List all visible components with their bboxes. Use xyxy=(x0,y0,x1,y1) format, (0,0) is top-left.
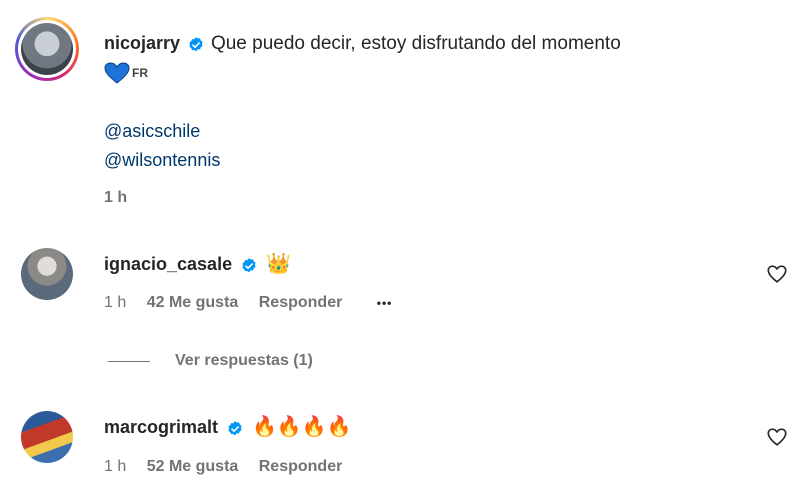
mention-asicschile[interactable]: @asicschile xyxy=(104,121,200,142)
flag-text: FR xyxy=(132,66,148,80)
comment-username[interactable]: ignacio_casale xyxy=(104,254,232,274)
post-avatar xyxy=(21,23,73,75)
comment-1-meta: 1 h 42 Me gusta Responder ••• xyxy=(104,294,392,312)
verified-badge-icon xyxy=(241,257,256,273)
post-caption-text: Que puedo decir, estoy disfrutando del m… xyxy=(210,33,621,54)
post-avatar-ring[interactable] xyxy=(15,17,79,81)
comment-2-line: marcogrimalt 🔥🔥🔥🔥 xyxy=(104,417,352,438)
comment-avatar-marco[interactable] xyxy=(21,411,73,463)
view-replies-button[interactable]: Ver respuestas (1) xyxy=(175,352,313,370)
post-time: 1 h xyxy=(104,189,128,206)
more-options-icon[interactable]: ••• xyxy=(377,296,393,310)
comment-1-line: ignacio_casale 👑 xyxy=(104,254,291,275)
comment-avatar-ignacio[interactable] xyxy=(21,248,73,300)
post-flag-line: FR xyxy=(104,62,148,84)
blue-heart-icon xyxy=(104,62,130,84)
comment-time: 1 h xyxy=(104,294,127,311)
comment-likes[interactable]: 52 Me gusta xyxy=(147,458,239,475)
verified-badge-icon xyxy=(227,420,242,436)
mention-wilsontennis[interactable]: @wilsontennis xyxy=(104,150,220,171)
comment-username[interactable]: marcogrimalt xyxy=(104,417,218,437)
comment-2-meta: 1 h 52 Me gusta Responder xyxy=(104,458,342,476)
post-username[interactable]: nicojarry xyxy=(104,33,180,53)
comment-likes[interactable]: 42 Me gusta xyxy=(147,294,239,311)
heart-outline-icon[interactable] xyxy=(766,426,788,448)
comment-text: 🔥🔥🔥🔥 xyxy=(251,416,352,438)
heart-outline-icon[interactable] xyxy=(766,263,788,285)
view-replies-divider xyxy=(108,361,150,362)
reply-button[interactable]: Responder xyxy=(259,294,343,311)
post-caption-line: nicojarry Que puedo decir, estoy disfrut… xyxy=(104,33,621,55)
comment-time: 1 h xyxy=(104,458,127,475)
comment-text: 👑 xyxy=(265,253,291,275)
reply-button[interactable]: Responder xyxy=(259,458,343,475)
verified-badge-icon xyxy=(188,36,203,52)
